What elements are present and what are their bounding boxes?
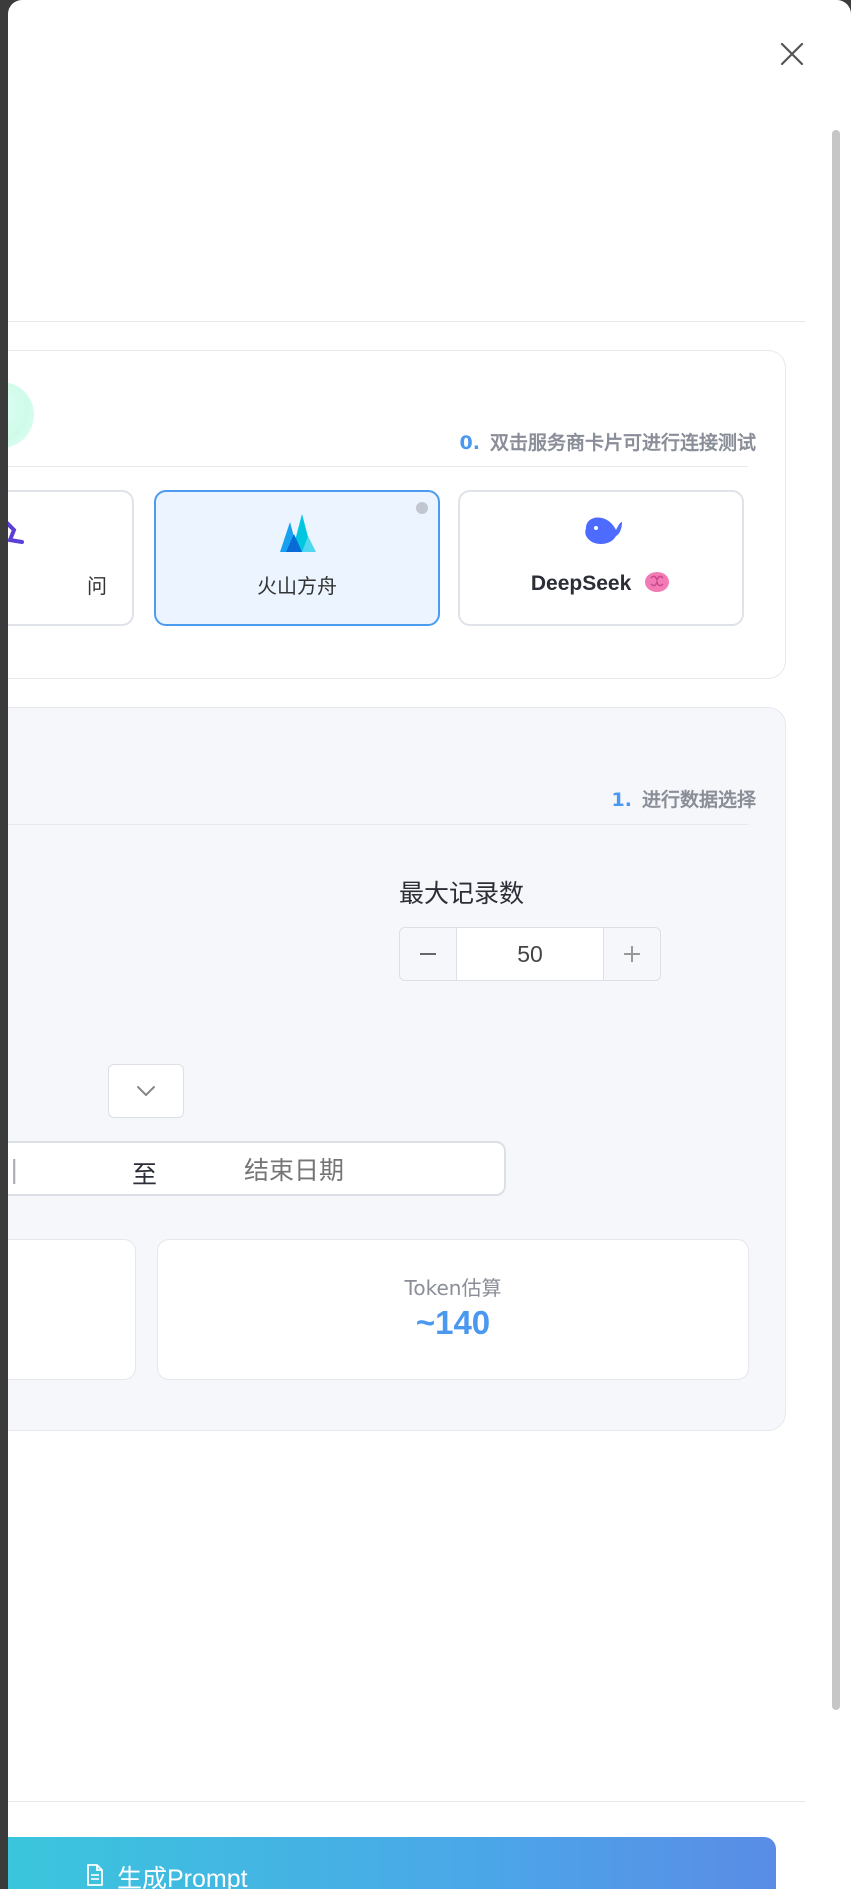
stat-card [8,1239,136,1380]
max-records-value[interactable]: 50 [457,928,603,980]
increment-button[interactable] [603,928,660,980]
data-section-divider [8,824,748,825]
provider-tile-volcano-ark[interactable]: 火山方舟 [154,490,440,626]
minus-icon [420,953,436,955]
close-icon [780,42,804,66]
header-divider [8,321,805,322]
hint-text: 双击服务商卡片可进行连接测试 [489,432,756,454]
provider-label-text: DeepSeek [530,572,632,595]
scrollbar-thumb[interactable] [832,130,840,1710]
hint-text: 进行数据选择 [641,789,756,811]
qwen-logo-icon [8,521,24,544]
provider-label: DeepSeek [460,570,742,596]
provider-label: 火山方舟 [257,574,337,598]
token-estimate-value: ~140 [415,1304,491,1341]
status-dot [416,502,428,514]
date-range-picker[interactable]: | 至 [8,1141,506,1196]
max-records-label: 最大记录数 [399,879,525,908]
max-records-stepper: 50 [399,927,661,981]
generate-prompt-label: 生成Prompt [117,1865,248,1889]
close-button[interactable] [774,36,810,72]
provider-section-divider [8,466,748,467]
document-icon [87,1864,103,1886]
token-estimate-card: Token估算 ~140 [157,1239,749,1380]
volcano-ark-logo-icon [280,514,316,552]
data-section-hint: 1. 进行数据选择 [612,785,756,812]
generate-prompt-button[interactable]: 生成Prompt [8,1837,776,1889]
deepseek-whale-icon [585,517,622,544]
select-dropdown[interactable] [108,1064,184,1118]
chevron-down-icon [137,1086,155,1096]
config-drawer: 0. 双击服务商卡片可进行连接测试 千问 火山方舟 DeepSeek [8,0,851,1889]
start-date-input[interactable]: | [10,1155,16,1184]
brain-icon [645,572,670,592]
hint-number: 1. [611,789,632,811]
provider-section-hint: 0. 双击服务商卡片可进行连接测试 [460,428,756,455]
provider-tile-qwen[interactable]: 千问 [8,490,134,626]
end-date-input[interactable] [242,1155,376,1186]
provider-label-text: 千问 [87,574,107,598]
token-estimate-title: Token估算 [404,1276,502,1300]
date-range-separator: 至 [132,1160,158,1189]
plus-icon [624,946,640,962]
provider-tile-deepseek[interactable]: DeepSeek [458,490,744,626]
footer-divider [8,1801,805,1802]
hint-number: 0. [459,432,480,454]
decrement-button[interactable] [400,928,457,980]
provider-label: 千问 [8,570,107,604]
